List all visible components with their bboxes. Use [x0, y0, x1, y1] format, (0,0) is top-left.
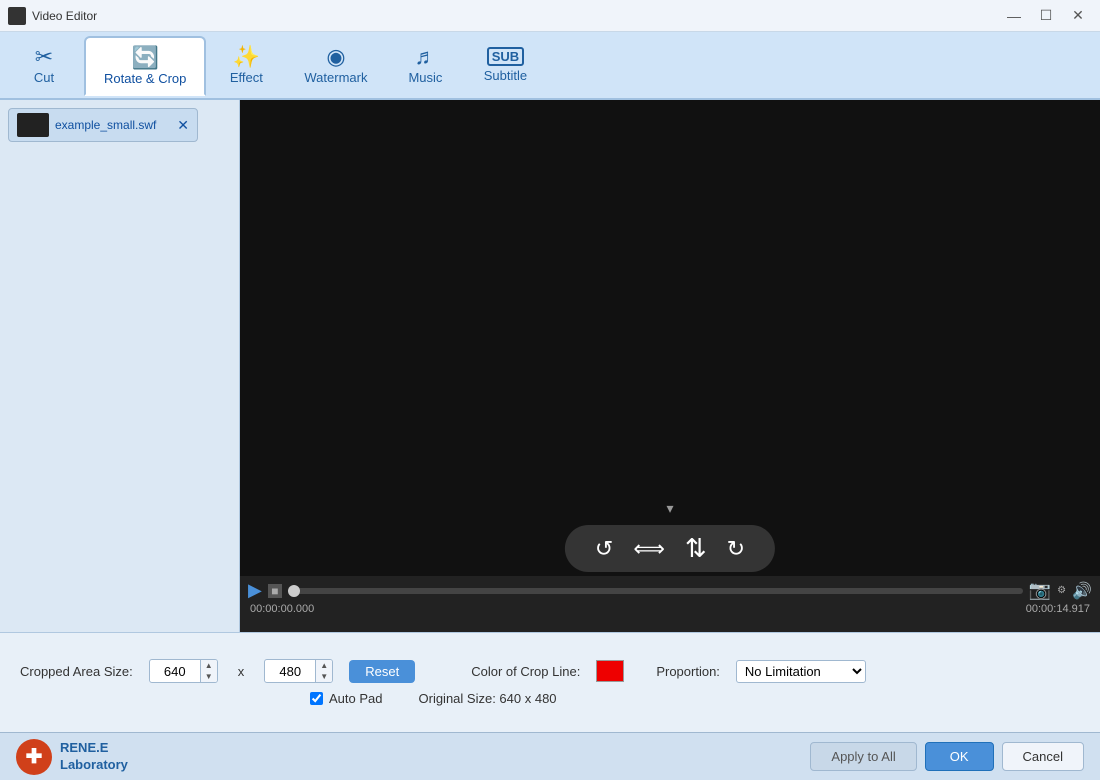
watermark-icon: ◉ — [326, 46, 345, 68]
height-down-button[interactable]: ▼ — [316, 671, 332, 682]
width-spin-buttons: ▲ ▼ — [200, 660, 217, 682]
cut-icon: ✂ — [35, 46, 53, 68]
width-down-button[interactable]: ▼ — [201, 671, 217, 682]
file-close-button[interactable]: ✕ — [177, 117, 189, 134]
tab-effect-label: Effect — [230, 70, 263, 85]
auto-pad-row: Auto Pad — [310, 691, 383, 706]
ok-button[interactable]: OK — [925, 742, 994, 771]
total-time: 00:00:14.917 — [1026, 603, 1090, 615]
rotate-left-icon[interactable]: ↺ — [595, 536, 613, 562]
file-name: example_small.swf — [55, 118, 171, 132]
tab-music[interactable]: ♬ Music — [385, 35, 465, 95]
cropped-size-label: Cropped Area Size: — [20, 664, 133, 679]
settings-icon[interactable]: ⚙ — [1057, 585, 1066, 596]
main-layout: example_small.swf ✕ ▾ ↺ ⟺ ⇅ ↻ ▶ ■ 📷 ⚙ — [0, 100, 1100, 632]
flip-vertical-icon[interactable]: ⇅ — [685, 533, 707, 564]
minimize-button[interactable]: — — [1000, 6, 1028, 26]
app-title: Video Editor — [32, 9, 97, 23]
file-thumbnail — [17, 113, 49, 137]
chevron-down-icon: ▾ — [666, 500, 673, 517]
tab-cut-label: Cut — [34, 70, 54, 85]
progress-thumb[interactable] — [288, 585, 300, 597]
tab-bar: ✂ Cut 🔄 Rotate & Crop ✨ Effect ◉ Waterma… — [0, 32, 1100, 100]
bottom-toolbar: Cropped Area Size: ▲ ▼ x ▲ ▼ Reset Color… — [0, 632, 1100, 732]
color-label: Color of Crop Line: — [471, 664, 580, 679]
width-input[interactable] — [150, 662, 200, 681]
auto-pad-label: Auto Pad — [329, 691, 383, 706]
tab-cut[interactable]: ✂ Cut — [4, 35, 84, 95]
reset-button[interactable]: Reset — [349, 660, 415, 683]
rotate-right-icon[interactable]: ↻ — [727, 536, 745, 562]
app-icon — [8, 7, 26, 25]
tab-subtitle-label: Subtitle — [484, 68, 527, 83]
effect-icon: ✨ — [233, 46, 260, 68]
logo-icon: ✚ — [16, 739, 52, 775]
tab-watermark-label: Watermark — [304, 70, 367, 85]
tab-rotate-crop-label: Rotate & Crop — [104, 71, 186, 86]
progress-bar[interactable] — [288, 588, 1023, 594]
file-tab[interactable]: example_small.swf ✕ — [8, 108, 198, 142]
left-panel: example_small.swf ✕ — [0, 100, 240, 632]
video-controls-overlay: ↺ ⟺ ⇅ ↻ — [565, 525, 775, 572]
proportion-label: Proportion: — [656, 664, 720, 679]
tab-effect[interactable]: ✨ Effect — [206, 35, 286, 95]
music-icon: ♬ — [414, 46, 436, 68]
color-swatch[interactable] — [596, 660, 624, 682]
play-button[interactable]: ▶ — [248, 580, 262, 601]
title-bar: Video Editor — ☐ ✕ — [0, 0, 1100, 32]
height-up-button[interactable]: ▲ — [316, 660, 332, 671]
close-button[interactable]: ✕ — [1064, 6, 1092, 26]
subtitle-icon: SUB — [487, 47, 524, 66]
tab-music-label: Music — [408, 70, 442, 85]
cancel-button[interactable]: Cancel — [1002, 742, 1084, 771]
auto-pad-checkbox[interactable] — [310, 692, 323, 705]
original-size: Original Size: 640 x 480 — [419, 691, 557, 706]
volume-icon[interactable]: 🔊 — [1072, 581, 1092, 601]
video-area: ▾ ↺ ⟺ ⇅ ↻ ▶ ■ 📷 ⚙ 🔊 00:00:00.000 00:00:1… — [240, 100, 1100, 632]
apply-to-all-button[interactable]: Apply to All — [810, 742, 916, 771]
x-separator: x — [238, 664, 245, 679]
flip-horizontal-icon[interactable]: ⟺ — [633, 536, 665, 562]
proportion-select[interactable]: No Limitation 16:9 4:3 1:1 9:16 — [736, 660, 866, 683]
height-spin-buttons: ▲ ▼ — [315, 660, 332, 682]
logo-text: RENE.E Laboratory — [60, 740, 128, 774]
tab-subtitle[interactable]: SUB Subtitle — [465, 35, 545, 95]
current-time: 00:00:00.000 — [250, 603, 314, 615]
logo-line1: RENE.E — [60, 740, 128, 757]
height-input[interactable] — [265, 662, 315, 681]
tab-rotate-crop[interactable]: 🔄 Rotate & Crop — [84, 36, 206, 96]
stop-button[interactable]: ■ — [268, 584, 282, 598]
width-input-group: ▲ ▼ — [149, 659, 218, 683]
rotate-crop-icon: 🔄 — [131, 47, 158, 69]
playback-bar: ▶ ■ 📷 ⚙ 🔊 00:00:00.000 00:00:14.917 — [240, 576, 1100, 632]
tab-watermark[interactable]: ◉ Watermark — [286, 35, 385, 95]
logo-line2: Laboratory — [60, 757, 128, 774]
action-buttons: Apply to All OK Cancel — [810, 742, 1084, 771]
restore-button[interactable]: ☐ — [1032, 6, 1060, 26]
width-up-button[interactable]: ▲ — [201, 660, 217, 671]
logo-area: ✚ RENE.E Laboratory — [16, 739, 128, 775]
screenshot-icon[interactable]: 📷 — [1029, 580, 1051, 601]
height-input-group: ▲ ▼ — [264, 659, 333, 683]
status-bar: ✚ RENE.E Laboratory Apply to All OK Canc… — [0, 732, 1100, 780]
